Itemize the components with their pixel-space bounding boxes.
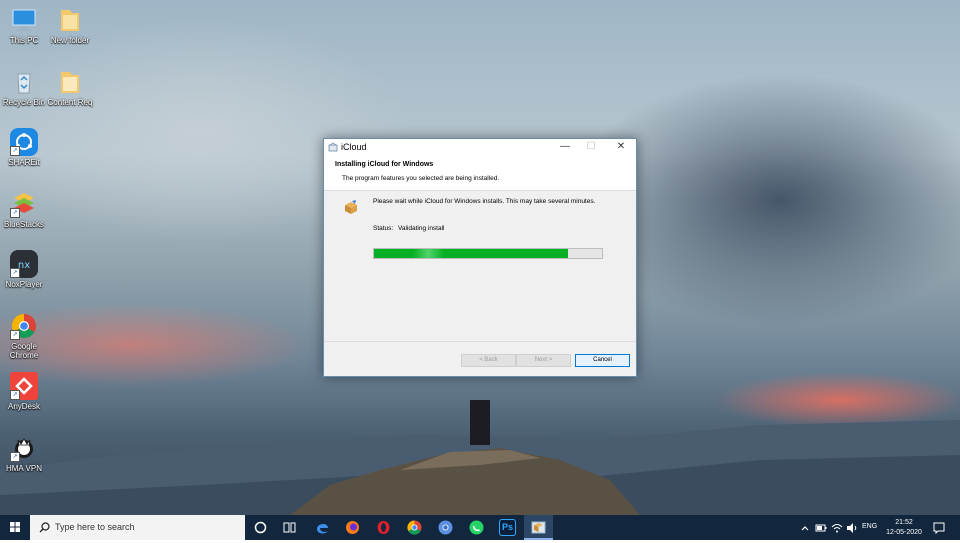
chevron-up-icon[interactable]: [800, 523, 810, 533]
anydesk-icon: ↗: [10, 372, 38, 400]
cortana-icon[interactable]: [252, 519, 269, 536]
desktop-icon-new-folder[interactable]: New folder: [44, 6, 96, 45]
dialog-body: Please wait while iCloud for Windows ins…: [324, 191, 636, 341]
maximize-button[interactable]: ☐: [578, 139, 604, 155]
bluestacks-icon: ↗: [10, 190, 38, 218]
search-placeholder: Type here to search: [55, 522, 135, 532]
back-button[interactable]: < Back: [461, 354, 516, 367]
header-subtitle: The program features you selected are be…: [342, 175, 500, 182]
hma-vpn-icon: ↗: [10, 434, 38, 462]
shortcut-arrow-icon: ↗: [10, 390, 20, 400]
edge-icon[interactable]: [314, 519, 331, 536]
folder-icon: [56, 6, 84, 34]
desktop-icon-content-req[interactable]: Content Req: [44, 68, 96, 107]
opera-icon[interactable]: [375, 519, 392, 536]
clock-date: 12-05-2020: [886, 529, 922, 536]
close-button[interactable]: ✕: [608, 139, 634, 155]
desktop-icon-google-chrome[interactable]: ↗ Google Chrome: [0, 312, 50, 360]
shortcut-arrow-icon: ↗: [10, 330, 20, 340]
desktop-icon-label: AnyDesk: [7, 402, 40, 411]
search-icon: [39, 522, 50, 533]
button-bar-divider: [324, 341, 636, 342]
clock-time: 21:52: [895, 519, 913, 526]
desktop-icon-label: Content Req: [47, 98, 93, 107]
desktop-icon-shareit[interactable]: ↗ SHAREit: [0, 128, 50, 167]
desktop-icon-label: HMA VPN: [5, 464, 42, 473]
status-label: Status:: [373, 225, 394, 232]
taskbar-search-box[interactable]: Type here to search: [30, 515, 245, 540]
desktop-icon-label: Recycle Bin: [2, 98, 46, 107]
shortcut-arrow-icon: ↗: [10, 146, 20, 156]
windows-logo-icon: [10, 522, 20, 532]
photoshop-icon[interactable]: Ps: [499, 519, 516, 536]
taskbar: Type here to search Ps ENG 21:52 12-05-2…: [0, 515, 960, 540]
taskbar-clock[interactable]: 21:52 12-05-2020: [884, 518, 924, 538]
wifi-icon[interactable]: [831, 522, 843, 534]
recycle-bin-icon: [10, 68, 38, 96]
progress-fill: [374, 249, 568, 258]
dialog-title: iCloud: [341, 142, 367, 152]
volume-icon[interactable]: [846, 522, 858, 534]
desktop-icon-label: Google Chrome: [9, 342, 39, 360]
installer-app-icon: [328, 142, 338, 152]
start-button[interactable]: [0, 515, 30, 540]
desktop-icon-hma-vpn[interactable]: ↗ HMA VPN: [0, 434, 50, 473]
language-indicator[interactable]: ENG: [862, 523, 877, 530]
minimize-button[interactable]: —: [552, 139, 578, 155]
mountain-landscape: [0, 400, 960, 515]
wait-message: Please wait while iCloud for Windows ins…: [373, 198, 596, 205]
desktop-icon-this-pc[interactable]: This PC: [0, 6, 50, 45]
desktop-icon-bluestacks[interactable]: ↗ BlueStacks: [0, 190, 50, 229]
installer-dialog: iCloud — ☐ ✕ Installing iCloud for Windo…: [323, 138, 637, 377]
desktop-icon-label: This PC: [9, 36, 39, 45]
chrome-icon: ↗: [10, 312, 38, 340]
firefox-icon[interactable]: [344, 519, 361, 536]
desktop-icon-label: SHAREit: [8, 158, 40, 167]
desktop-icon-anydesk[interactable]: ↗ AnyDesk: [0, 372, 50, 411]
chromium-icon[interactable]: [437, 519, 454, 536]
desktop-icon-label: New folder: [50, 36, 90, 45]
header-title: Installing iCloud for Windows: [335, 161, 434, 168]
next-button[interactable]: Next >: [516, 354, 571, 367]
dialog-header: Installing iCloud for Windows The progra…: [324, 155, 636, 191]
chrome-icon[interactable]: [406, 519, 423, 536]
whatsapp-icon[interactable]: [468, 519, 485, 536]
task-view-icon[interactable]: [281, 519, 298, 536]
nox-icon: nx ↗: [10, 250, 38, 278]
dialog-titlebar[interactable]: iCloud — ☐ ✕: [324, 139, 636, 155]
battery-icon[interactable]: [815, 523, 827, 533]
install-progress-bar: [373, 248, 603, 259]
shareit-icon: ↗: [10, 128, 38, 156]
desktop-icon-noxplayer[interactable]: nx ↗ NoxPlayer: [0, 250, 50, 289]
this-pc-icon: [10, 6, 38, 34]
installer-icon: [531, 521, 546, 534]
desktop-icon-recycle-bin[interactable]: Recycle Bin: [0, 68, 50, 107]
shortcut-arrow-icon: ↗: [10, 268, 20, 278]
status-value: Validating install: [398, 225, 445, 232]
shortcut-arrow-icon: ↗: [10, 208, 20, 218]
desktop-icon-label: NoxPlayer: [5, 280, 43, 289]
notification-icon[interactable]: [933, 522, 945, 534]
shortcut-arrow-icon: ↗: [10, 452, 20, 462]
cancel-button[interactable]: Cancel: [575, 354, 630, 367]
taskbar-active-app[interactable]: [524, 515, 553, 540]
desktop-icon-label: BlueStacks: [3, 220, 45, 229]
setup-box-icon: [345, 200, 357, 214]
folder-icon: [56, 68, 84, 96]
